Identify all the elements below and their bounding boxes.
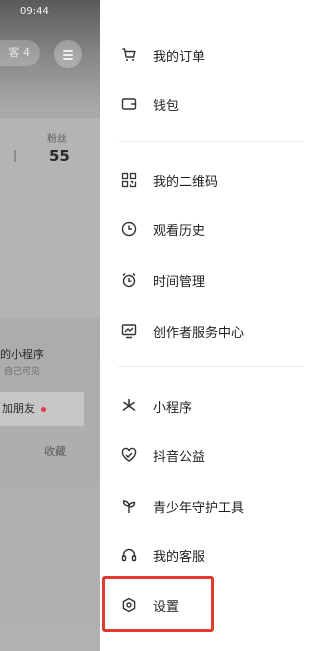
menu-item-youth-guard[interactable]: 青少年守护工具 <box>100 486 320 526</box>
side-drawer-menu: 我的订单 钱包 我的二维码 观看历史 时间管理 创作者服务中心 小程序 抖音公益… <box>100 0 320 651</box>
background-profile-page[interactable]: 09:44 客 4 粉丝 55 的小程序 自己可见 加朋友 收藏 <box>0 0 100 651</box>
creator-chart-icon <box>121 323 137 339</box>
clock-icon <box>121 221 137 237</box>
menu-item-label: 青少年守护工具 <box>153 500 245 516</box>
settings-highlight-box <box>102 576 214 632</box>
qr-code-icon <box>121 172 137 188</box>
sprout-icon <box>121 498 137 514</box>
fans-label: 粉丝 <box>47 134 67 145</box>
menu-item-mini-programs[interactable]: 小程序 <box>100 386 320 426</box>
menu-item-time-management[interactable]: 时间管理 <box>100 260 320 300</box>
mini-program-title: 的小程序 <box>0 348 44 361</box>
visitor-pill[interactable]: 客 4 <box>0 40 40 66</box>
divider <box>118 366 304 367</box>
divider <box>14 150 16 162</box>
menu-item-creator-center[interactable]: 创作者服务中心 <box>100 311 320 351</box>
menu-item-watch-history[interactable]: 观看历史 <box>100 209 320 249</box>
menu-item-label: 我的二维码 <box>153 174 219 190</box>
add-friend-label: 加朋友 <box>2 402 35 415</box>
collect-tab[interactable]: 收藏 <box>44 443 66 459</box>
menu-item-wallet[interactable]: 钱包 <box>100 84 320 124</box>
menu-item-label: 抖音公益 <box>153 449 206 465</box>
divider <box>118 141 304 142</box>
wallet-icon <box>121 96 137 112</box>
menu-item-qr-code[interactable]: 我的二维码 <box>100 160 320 200</box>
menu-item-label: 我的订单 <box>153 49 206 65</box>
menu-item-charity[interactable]: 抖音公益 <box>100 435 320 475</box>
menu-item-label: 小程序 <box>153 400 193 416</box>
headset-icon <box>121 547 137 563</box>
hamburger-menu-icon[interactable] <box>54 40 82 68</box>
menu-item-label: 观看历史 <box>153 223 206 239</box>
heart-hands-icon <box>121 447 137 463</box>
menu-item-orders[interactable]: 我的订单 <box>100 35 320 75</box>
asterisk-icon <box>121 398 137 414</box>
status-bar-time: 09:44 <box>20 6 49 17</box>
menu-item-label: 我的客服 <box>153 549 206 565</box>
alarm-clock-icon <box>121 272 137 288</box>
menu-item-label: 钱包 <box>153 98 180 114</box>
notification-dot <box>41 406 46 412</box>
menu-item-label: 时间管理 <box>153 274 206 290</box>
cart-icon <box>121 47 137 63</box>
fans-count: 55 <box>49 147 70 165</box>
menu-item-customer-service[interactable]: 我的客服 <box>100 535 320 575</box>
mini-program-subtitle: 自己可见 <box>4 367 41 377</box>
add-friend-button[interactable]: 加朋友 <box>0 392 84 426</box>
menu-item-label: 创作者服务中心 <box>153 325 245 341</box>
